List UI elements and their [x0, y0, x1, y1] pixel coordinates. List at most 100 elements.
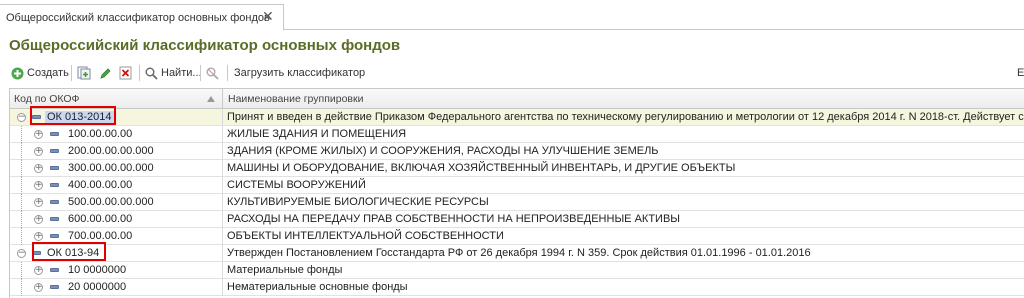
expand-icon[interactable]: + [34, 164, 43, 173]
table-row[interactable]: − ОК 013-94 Утвержден Постановлением Гос… [10, 245, 1024, 262]
code-cell: 20 0000000 [68, 281, 127, 293]
copy-icon [77, 66, 91, 80]
find-button[interactable]: Найти... [145, 64, 202, 82]
copy-button[interactable] [77, 64, 91, 82]
item-icon [50, 268, 59, 272]
expand-icon[interactable]: + [34, 232, 43, 241]
name-cell: ОБЪЕКТЫ ИНТЕЛЛЕКТУАЛЬНОЙ СОБСТВЕННОСТИ [227, 230, 504, 242]
tree-line [21, 279, 22, 296]
expand-icon[interactable]: + [34, 130, 43, 139]
tree-line [21, 262, 22, 279]
name-cell: Принят и введен в действие Приказом Феде… [227, 111, 1024, 123]
code-cell: 100.00.00.00 [68, 128, 133, 140]
toolbar-separator [71, 65, 72, 81]
table-row[interactable]: + 600.00.00.00 РАСХОДЫ НА ПЕРЕДАЧУ ПРАВ … [10, 211, 1024, 228]
cell-divider [222, 194, 223, 211]
tree-line [21, 160, 22, 177]
table-row[interactable]: − ОК 013-2014 Принят и введен в действие… [10, 109, 1024, 126]
tree-line [21, 228, 22, 245]
toolbar-overflow[interactable]: E [1017, 64, 1024, 82]
item-icon [50, 132, 59, 136]
collapse-icon[interactable]: − [17, 249, 26, 258]
column-divider[interactable] [222, 89, 223, 109]
grid-header: Код по ОКОФ Наименование группировки [10, 89, 1024, 109]
table-row[interactable]: + 200.00.00.00.000 ЗДАНИЯ (КРОМЕ ЖИЛЫХ) … [10, 143, 1024, 160]
tab-bar: Общероссийский классификатор основных фо… [0, 0, 1024, 31]
name-cell: РАСХОДЫ НА ПЕРЕДАЧУ ПРАВ СОБСТВЕННОСТИ Н… [227, 213, 681, 225]
column-header-name[interactable]: Наименование группировки [228, 93, 363, 105]
tree-line [21, 194, 22, 211]
code-cell: 400.00.00.00 [68, 179, 133, 191]
annotation-box [32, 242, 106, 261]
code-cell: 10 0000000 [68, 264, 127, 276]
add-icon [11, 67, 24, 79]
expand-icon[interactable]: + [34, 147, 43, 156]
cell-divider [222, 279, 223, 296]
name-cell: ЖИЛЫЕ ЗДАНИЯ И ПОМЕЩЕНИЯ [227, 128, 407, 140]
cancel-search-button[interactable] [206, 64, 220, 82]
name-cell: КУЛЬТИВИРУЕМЫЕ БИОЛОГИЧЕСКИЕ РЕСУРСЫ [227, 196, 489, 208]
page-title: Общероссийский классификатор основных фо… [9, 37, 401, 54]
expand-icon[interactable]: + [34, 266, 43, 275]
delete-icon [119, 66, 132, 80]
table-row[interactable]: + 100.00.00.00 ЖИЛЫЕ ЗДАНИЯ И ПОМЕЩЕНИЯ [10, 126, 1024, 143]
item-icon [50, 200, 59, 204]
item-icon [50, 285, 59, 289]
item-icon [50, 183, 59, 187]
expand-icon[interactable]: + [34, 215, 43, 224]
cell-divider [222, 228, 223, 245]
code-cell: 500.00.00.00.000 [68, 196, 154, 208]
tab-classifier[interactable]: Общероссийский классификатор основных фо… [0, 4, 284, 31]
name-cell: МАШИНЫ И ОБОРУДОВАНИЕ, ВКЛЮЧАЯ ХОЗЯЙСТВЕ… [227, 162, 736, 174]
sort-ascending-icon [207, 96, 215, 102]
close-icon[interactable]: ✕ [262, 8, 274, 25]
expand-icon[interactable]: + [34, 198, 43, 207]
create-button[interactable]: Создать [11, 64, 69, 82]
code-cell: 700.00.00.00 [68, 230, 133, 242]
search-cancel-icon [206, 67, 219, 80]
collapse-icon[interactable]: − [17, 113, 26, 122]
classifier-grid: Код по ОКОФ Наименование группировки − О… [9, 88, 1024, 298]
cell-divider [222, 245, 223, 262]
name-cell: Нематериальные основные фонды [227, 281, 408, 293]
code-cell: 600.00.00.00 [68, 213, 133, 225]
table-row[interactable]: + 700.00.00.00 ОБЪЕКТЫ ИНТЕЛЛЕКТУАЛЬНОЙ … [10, 228, 1024, 245]
cell-divider [222, 177, 223, 194]
cell-divider [222, 109, 223, 126]
edit-button[interactable] [99, 64, 111, 82]
toolbar-separator [139, 65, 140, 81]
toolbar-separator [227, 65, 228, 81]
tree-line [21, 126, 22, 143]
expand-icon[interactable]: + [34, 283, 43, 292]
item-icon [50, 149, 59, 153]
tree-line [21, 177, 22, 194]
table-row[interactable]: + 400.00.00.00 СИСТЕМЫ ВООРУЖЕНИЙ [10, 177, 1024, 194]
table-row[interactable]: + 300.00.00.00.000 МАШИНЫ И ОБОРУДОВАНИЕ… [10, 160, 1024, 177]
table-row[interactable]: + 20 0000000 Нематериальные основные фон… [10, 279, 1024, 296]
name-cell: Утвержден Постановлением Госстандарта РФ… [227, 247, 811, 259]
tab-title: Общероссийский классификатор основных фо… [6, 12, 270, 24]
annotation-box [30, 106, 116, 125]
tree-line [21, 143, 22, 160]
delete-button[interactable] [119, 64, 132, 82]
table-row[interactable]: + 10 0000000 Материальные фонды [10, 262, 1024, 279]
cell-divider [222, 211, 223, 228]
column-header-code[interactable]: Код по ОКОФ [14, 93, 80, 105]
find-label: Найти... [161, 67, 202, 79]
pencil-icon [100, 67, 111, 79]
create-label: Создать [27, 67, 69, 79]
name-cell: СИСТЕМЫ ВООРУЖЕНИЙ [227, 179, 366, 191]
cell-divider [222, 160, 223, 177]
cell-divider [222, 262, 223, 279]
load-classifier-button[interactable]: Загрузить классификатор [234, 64, 365, 82]
name-cell: ЗДАНИЯ (КРОМЕ ЖИЛЫХ) И СООРУЖЕНИЯ, РАСХО… [227, 145, 659, 157]
toolbar-separator [200, 65, 201, 81]
expand-icon[interactable]: + [34, 181, 43, 190]
search-icon [145, 67, 158, 80]
toolbar: Создать Найти... Загрузить классификатор… [0, 60, 1024, 86]
table-row[interactable]: + 500.00.00.00.000 КУЛЬТИВИРУЕМЫЕ БИОЛОГ… [10, 194, 1024, 211]
load-classifier-label: Загрузить классификатор [234, 67, 366, 79]
item-icon [50, 234, 59, 238]
cell-divider [222, 126, 223, 143]
item-icon [50, 166, 59, 170]
